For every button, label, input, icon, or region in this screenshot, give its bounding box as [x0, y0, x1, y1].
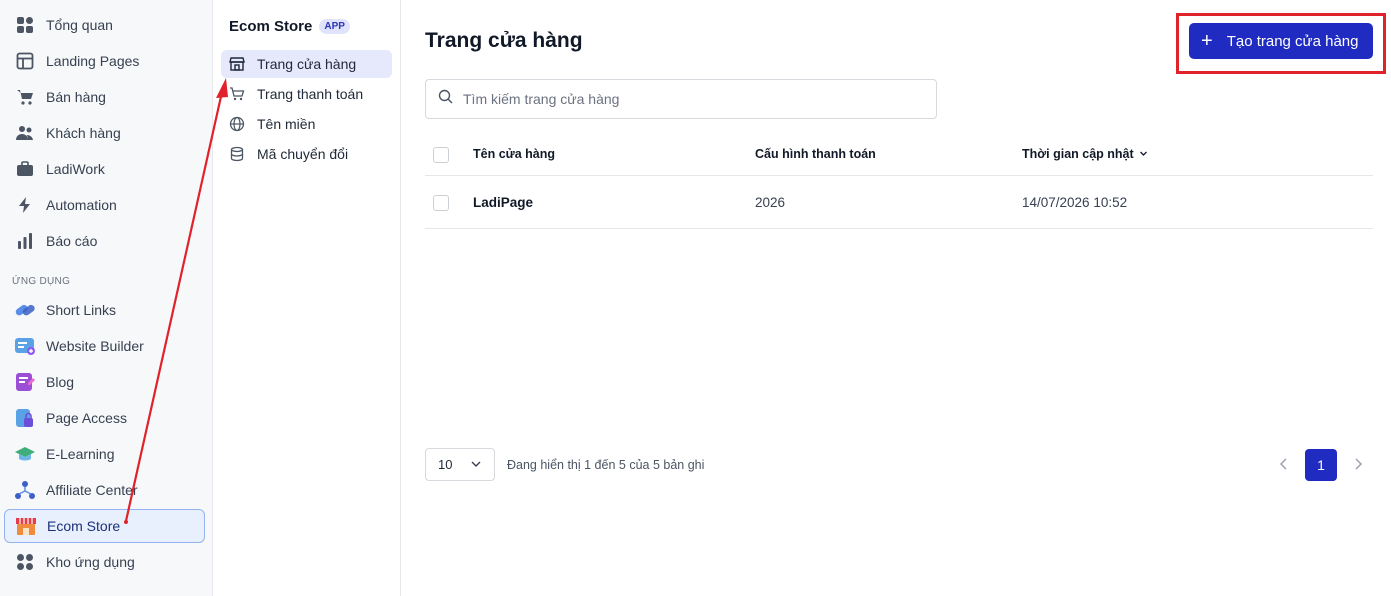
page-title: Trang cửa hàng: [425, 29, 583, 52]
sidebar-item-label: Website Builder: [46, 338, 144, 354]
column-header-updated-label: Thời gian cập nhật: [1022, 147, 1134, 161]
sidebar-item-label: E-Learning: [46, 446, 115, 462]
sidebar-item-label: Automation: [46, 197, 117, 213]
sidebar-item-label: Ecom Store: [47, 518, 121, 534]
cart-icon: [229, 86, 245, 102]
sort-chevron-down-icon: [1139, 147, 1148, 161]
sidebar-item-app-store[interactable]: Kho ứng dụng: [4, 545, 205, 579]
payment-config: 2026: [755, 195, 786, 210]
sidebar-item-customers[interactable]: Khách hàng: [4, 116, 205, 150]
link-icon: [14, 299, 36, 321]
sidebar-item-label: Landing Pages: [46, 53, 140, 69]
sidebar-item-blog[interactable]: Blog: [4, 365, 205, 399]
submenu-item-store-pages[interactable]: Trang cửa hàng: [221, 50, 392, 78]
briefcase-icon: [14, 158, 36, 180]
page-size-value: 10: [438, 457, 453, 472]
cart-icon: [14, 86, 36, 108]
sidebar-item-label: LadiWork: [46, 161, 105, 177]
network-icon: [14, 479, 36, 501]
main-content: Trang cửa hàng + Tạo trang cửa hàng Tên …: [401, 0, 1391, 596]
sidebar-item-affiliate-center[interactable]: Affiliate Center: [4, 473, 205, 507]
submenu-item-checkout-pages[interactable]: Trang thanh toán: [221, 80, 392, 108]
chevron-right-icon[interactable]: [1351, 456, 1365, 477]
ecom-store-submenu: Ecom Store APP Trang cửa hàng Trang than…: [213, 0, 401, 596]
sidebar-item-sales[interactable]: Bán hàng: [4, 80, 205, 114]
sidebar-item-label: Báo cáo: [46, 233, 98, 249]
submenu-item-domains[interactable]: Tên miền: [221, 110, 392, 138]
submenu-item-conversion-codes[interactable]: Mã chuyển đổi: [221, 140, 392, 168]
graduation-icon: [14, 443, 36, 465]
page-size-select[interactable]: 10: [425, 448, 495, 481]
sidebar-item-automation[interactable]: Automation: [4, 188, 205, 222]
column-header-updated[interactable]: Thời gian cập nhật: [1022, 147, 1148, 161]
sidebar-item-ladiwork[interactable]: LadiWork: [4, 152, 205, 186]
sidebar-item-label: Bán hàng: [46, 89, 106, 105]
submenu-title: Ecom Store: [229, 18, 313, 35]
sidebar-item-label: Blog: [46, 374, 75, 390]
search-box[interactable]: [425, 79, 937, 119]
chevron-down-icon: [470, 458, 482, 473]
sidebar: Tổng quan Landing Pages Bán hàng Khách h…: [0, 0, 213, 596]
globe-icon: [229, 116, 245, 132]
submenu-item-label: Trang cửa hàng: [257, 56, 357, 72]
updated-time: 14/07/2026 10:52: [1022, 195, 1128, 210]
search-input[interactable]: [463, 91, 903, 107]
pagination-info: Đang hiển thị 1 đến 5 của 5 bản ghi: [507, 458, 705, 472]
users-icon: [14, 122, 36, 144]
submenu-header: Ecom Store APP: [229, 18, 350, 35]
table-header-row: Tên cửa hàng Cấu hình thanh toán Thời gi…: [425, 133, 1373, 176]
store-icon: [229, 56, 245, 72]
column-header-payment: Cấu hình thanh toán: [755, 147, 876, 161]
select-all-checkbox[interactable]: [433, 147, 449, 163]
sidebar-item-label: Tổng quan: [46, 17, 113, 33]
app-badge: APP: [319, 19, 350, 34]
sidebar-item-e-learning[interactable]: E-Learning: [4, 437, 205, 471]
sidebar-item-label: Page Access: [46, 410, 127, 426]
apps-section-title: ỨNG DỤNG: [12, 276, 71, 287]
layout-icon: [14, 50, 36, 72]
search-icon: [438, 89, 453, 109]
sidebar-item-label: Short Links: [46, 302, 117, 318]
submenu-item-label: Trang thanh toán: [257, 86, 364, 102]
sidebar-item-label: Khách hàng: [46, 125, 121, 141]
bar-chart-icon: [14, 230, 36, 252]
sidebar-item-short-links[interactable]: Short Links: [4, 293, 205, 327]
submenu-item-label: Mã chuyển đổi: [257, 146, 349, 162]
chevron-left-icon[interactable]: [1277, 456, 1291, 477]
column-header-name: Tên cửa hàng: [473, 147, 555, 161]
sidebar-item-website-builder[interactable]: Website Builder: [4, 329, 205, 363]
table-row[interactable]: LadiPage 2026 14/07/2026 10:52: [425, 176, 1373, 229]
bolt-icon: [14, 194, 36, 216]
blog-icon: [14, 371, 36, 393]
sidebar-item-overview[interactable]: Tổng quan: [4, 8, 205, 42]
annotation-highlight-box: [1176, 13, 1386, 74]
store-icon: [15, 515, 37, 537]
row-checkbox[interactable]: [433, 195, 449, 211]
sidebar-item-landing-pages[interactable]: Landing Pages: [4, 44, 205, 78]
database-icon: [229, 146, 245, 162]
page-number-button[interactable]: 1: [1305, 449, 1337, 481]
dashboard-icon: [14, 14, 36, 36]
apps-icon: [14, 551, 36, 573]
store-name[interactable]: LadiPage: [473, 195, 533, 210]
lock-icon: [14, 407, 36, 429]
sidebar-item-reports[interactable]: Báo cáo: [4, 224, 205, 258]
website-icon: [14, 335, 36, 357]
stores-table: Tên cửa hàng Cấu hình thanh toán Thời gi…: [425, 133, 1373, 229]
sidebar-item-label: Kho ứng dụng: [46, 554, 135, 570]
sidebar-item-ecom-store[interactable]: Ecom Store: [4, 509, 205, 543]
sidebar-item-label: Affiliate Center: [46, 482, 138, 498]
sidebar-item-page-access[interactable]: Page Access: [4, 401, 205, 435]
submenu-item-label: Tên miền: [257, 116, 316, 132]
